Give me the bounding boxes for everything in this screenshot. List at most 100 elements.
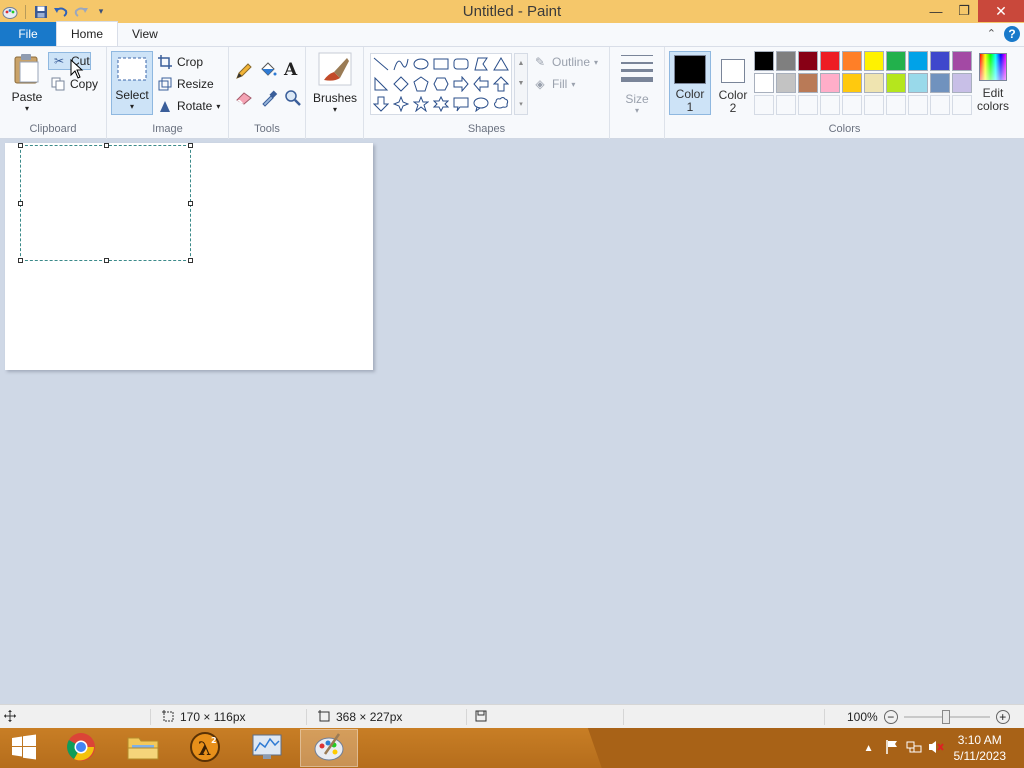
- drawing-canvas[interactable]: [5, 143, 373, 370]
- selection-handle[interactable]: [104, 143, 109, 148]
- show-hidden-icons-icon[interactable]: ▲: [864, 743, 874, 754]
- palette-swatch[interactable]: [952, 73, 972, 93]
- help-icon[interactable]: ?: [1004, 26, 1020, 42]
- zoom-in-icon[interactable]: +: [995, 710, 1010, 724]
- diamond-shape-icon[interactable]: [391, 74, 411, 94]
- tab-home[interactable]: Home: [56, 21, 119, 46]
- taskbar-paint[interactable]: [300, 729, 358, 767]
- palette-swatch[interactable]: [798, 73, 818, 93]
- palette-swatch[interactable]: [864, 73, 884, 93]
- selection-rectangle[interactable]: [18, 143, 193, 263]
- selection-handle[interactable]: [188, 143, 193, 148]
- rotate-button[interactable]: Rotate ▾: [157, 97, 220, 115]
- down-arrow-shape-icon[interactable]: [371, 94, 391, 114]
- palette-swatch-empty[interactable]: [798, 95, 818, 115]
- four-point-star-shape-icon[interactable]: [391, 94, 411, 114]
- right-arrow-shape-icon[interactable]: [451, 74, 471, 94]
- fill-button[interactable]: ◈ Fill ▾: [532, 75, 575, 93]
- palette-swatch-empty[interactable]: [754, 95, 774, 115]
- palette-swatch[interactable]: [754, 73, 774, 93]
- gallery-down-icon[interactable]: ▼: [518, 80, 525, 87]
- minimize-button[interactable]: —: [922, 0, 950, 22]
- palette-swatch[interactable]: [952, 51, 972, 71]
- palette-swatch[interactable]: [864, 51, 884, 71]
- taskbar-file-explorer[interactable]: [114, 729, 172, 767]
- polygon-shape-icon[interactable]: [471, 54, 491, 74]
- brushes-button[interactable]: Brushes ▾: [312, 52, 358, 114]
- rounded-rectangle-shape-icon[interactable]: [451, 54, 471, 74]
- palette-swatch-empty[interactable]: [908, 95, 928, 115]
- paste-button[interactable]: Paste ▾: [8, 53, 46, 113]
- selection-handle[interactable]: [104, 258, 109, 263]
- left-arrow-shape-icon[interactable]: [471, 74, 491, 94]
- palette-swatch[interactable]: [798, 51, 818, 71]
- collapse-ribbon-icon[interactable]: ⌃: [987, 27, 996, 40]
- zoom-slider[interactable]: [903, 710, 990, 724]
- selection-handle[interactable]: [188, 201, 193, 206]
- palette-swatch[interactable]: [930, 73, 950, 93]
- oval-shape-icon[interactable]: [411, 54, 431, 74]
- right-triangle-shape-icon[interactable]: [371, 74, 391, 94]
- taskbar-chrome[interactable]: [52, 729, 110, 767]
- up-arrow-shape-icon[interactable]: [491, 74, 511, 94]
- redo-icon[interactable]: [73, 4, 89, 20]
- palette-swatch[interactable]: [908, 73, 928, 93]
- edit-colors-button[interactable]: Edit colors: [975, 53, 1011, 113]
- palette-swatch-empty[interactable]: [820, 95, 840, 115]
- palette-swatch[interactable]: [820, 73, 840, 93]
- cloud-callout-shape-icon[interactable]: [491, 94, 511, 114]
- zoom-slider-thumb[interactable]: [941, 710, 950, 724]
- size-button[interactable]: Size ▾: [618, 53, 656, 115]
- five-point-star-shape-icon[interactable]: [411, 94, 431, 114]
- network-icon[interactable]: [906, 739, 922, 758]
- hexagon-shape-icon[interactable]: [431, 74, 451, 94]
- start-button[interactable]: [0, 729, 48, 767]
- color-picker-icon[interactable]: [260, 89, 278, 110]
- palette-swatch[interactable]: [842, 51, 862, 71]
- rectangle-shape-icon[interactable]: [431, 54, 451, 74]
- volume-muted-icon[interactable]: [928, 739, 944, 758]
- palette-swatch[interactable]: [776, 51, 796, 71]
- palette-swatch-empty[interactable]: [864, 95, 884, 115]
- oval-callout-shape-icon[interactable]: [471, 94, 491, 114]
- palette-swatch-empty[interactable]: [886, 95, 906, 115]
- zoom-out-icon[interactable]: −: [883, 710, 898, 724]
- resize-button[interactable]: Resize: [157, 75, 214, 93]
- gallery-up-icon[interactable]: ▲: [518, 60, 525, 67]
- palette-swatch[interactable]: [842, 73, 862, 93]
- taskbar-resource-monitor[interactable]: [238, 729, 296, 767]
- restore-button[interactable]: ❐: [950, 0, 978, 22]
- tab-file[interactable]: File: [0, 22, 56, 46]
- triangle-shape-icon[interactable]: [491, 54, 511, 74]
- text-icon[interactable]: A: [284, 60, 297, 80]
- outline-button[interactable]: ✎ Outline ▾: [532, 53, 598, 71]
- palette-swatch[interactable]: [754, 51, 774, 71]
- close-button[interactable]: ✕: [978, 0, 1024, 22]
- pentagon-shape-icon[interactable]: [411, 74, 431, 94]
- save-icon[interactable]: [33, 4, 49, 20]
- tab-view[interactable]: View: [118, 22, 172, 46]
- customize-qat-icon[interactable]: ▾: [93, 4, 109, 20]
- palette-swatch-empty[interactable]: [930, 95, 950, 115]
- eraser-icon[interactable]: [235, 90, 253, 109]
- magnifier-icon[interactable]: [284, 89, 302, 110]
- undo-icon[interactable]: [53, 4, 69, 20]
- taskbar-half-life-2[interactable]: λ2: [176, 729, 234, 767]
- rectangular-callout-shape-icon[interactable]: [451, 94, 471, 114]
- shapes-gallery-scroll[interactable]: ▲ ▼ ▾: [514, 53, 528, 115]
- selection-handle[interactable]: [18, 143, 23, 148]
- pencil-icon[interactable]: [235, 62, 253, 83]
- palette-swatch[interactable]: [886, 51, 906, 71]
- selection-handle[interactable]: [18, 258, 23, 263]
- palette-swatch[interactable]: [776, 73, 796, 93]
- palette-swatch-empty[interactable]: [842, 95, 862, 115]
- curve-shape-icon[interactable]: [391, 54, 411, 74]
- palette-swatch[interactable]: [930, 51, 950, 71]
- gallery-more-icon[interactable]: ▾: [519, 100, 523, 108]
- selection-handle[interactable]: [188, 258, 193, 263]
- selection-handle[interactable]: [18, 201, 23, 206]
- color2-button[interactable]: Color 2: [713, 51, 753, 115]
- select-button[interactable]: Select ▾: [111, 51, 153, 115]
- clock[interactable]: 3:10 AM 5/11/2023: [954, 732, 1007, 764]
- color1-button[interactable]: Color 1: [669, 51, 711, 115]
